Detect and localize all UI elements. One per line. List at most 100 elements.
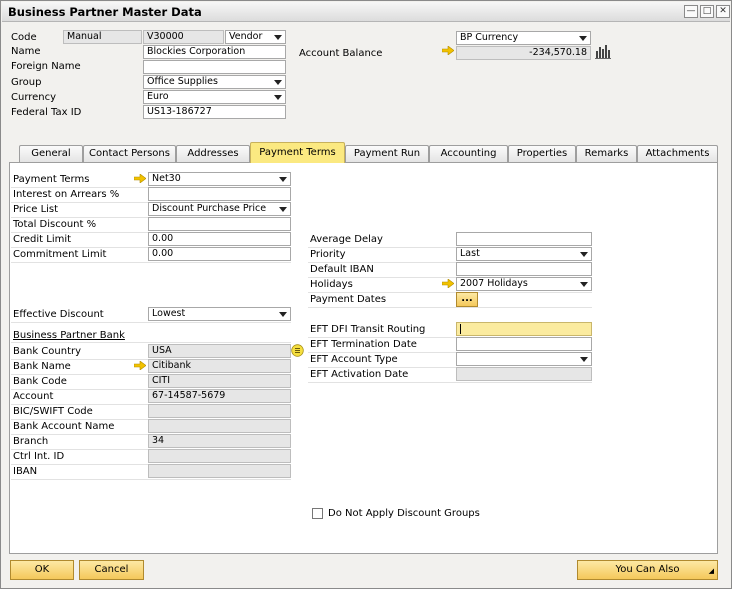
bic-label: BIC/SWIFT Code [13, 406, 93, 417]
effective-discount-label: Effective Discount [13, 309, 104, 320]
title-bar: Business Partner Master Data — □ ✕ [2, 2, 730, 22]
link-arrow-icon[interactable] [442, 279, 454, 288]
you-can-also-button[interactable]: You Can Also ◢ [577, 560, 718, 580]
row-divider [308, 307, 592, 308]
priority-label: Priority [310, 249, 346, 260]
eft-termination-label: EFT Termination Date [310, 339, 417, 350]
bank-code-label: Bank Code [13, 376, 67, 387]
account-balance-field: -234,570.18 [456, 46, 591, 60]
eft-termination-field[interactable] [456, 337, 592, 351]
code-series-field[interactable]: Manual [63, 30, 142, 44]
payment-terms-select[interactable]: Net30 [148, 172, 291, 186]
row-divider [11, 342, 291, 343]
currency-label: Currency [11, 92, 57, 103]
payment-dates-label: Payment Dates [310, 294, 387, 305]
you-can-also-label: You Can Also [615, 564, 680, 575]
link-arrow-icon[interactable] [134, 361, 146, 370]
default-iban-label: Default IBAN [310, 264, 374, 275]
row-divider [308, 382, 592, 383]
ctrl-int-id-label: Ctrl Int. ID [13, 451, 65, 462]
bp-bank-link[interactable]: Business Partner Bank [13, 330, 125, 341]
maximize-icon[interactable]: □ [700, 5, 714, 18]
bank-name-field: Citibank [148, 359, 291, 373]
bank-country-field[interactable]: USA [148, 344, 291, 358]
bank-account-name-label: Bank Account Name [13, 421, 115, 432]
tab-label: Contact Persons [89, 148, 170, 159]
tax-id-field[interactable]: US13-186727 [143, 105, 286, 119]
currency-select[interactable]: Euro [143, 90, 286, 104]
tab-addresses[interactable]: Addresses [176, 145, 250, 162]
account-balance-label: Account Balance [299, 48, 383, 59]
group-select[interactable]: Office Supplies [143, 75, 286, 89]
close-icon[interactable]: ✕ [716, 5, 730, 18]
tab-label: Attachments [645, 148, 710, 159]
business-partner-window: Business Partner Master Data — □ ✕ Code … [0, 0, 732, 589]
list-choose-icon[interactable] [291, 344, 304, 357]
price-list-select[interactable]: Discount Purchase Price [148, 202, 291, 216]
name-field[interactable]: Blockies Corporation [143, 45, 286, 59]
total-discount-field[interactable] [148, 217, 291, 231]
average-delay-label: Average Delay [310, 234, 383, 245]
total-discount-label: Total Discount % [13, 219, 97, 230]
credit-limit-label: Credit Limit [13, 234, 72, 245]
commitment-limit-label: Commitment Limit [13, 249, 107, 260]
row-divider [11, 262, 291, 263]
account-label: Account [13, 391, 54, 402]
price-list-label: Price List [13, 204, 59, 215]
tab-payment-terms[interactable]: Payment Terms [250, 142, 345, 163]
text-cursor [460, 323, 461, 334]
tab-general[interactable]: General [19, 145, 83, 162]
bank-account-name-field [148, 419, 291, 433]
minimize-icon[interactable]: — [684, 5, 698, 18]
foreign-name-label: Foreign Name [11, 61, 81, 72]
priority-select[interactable]: Last [456, 247, 592, 261]
effective-discount-select[interactable]: Lowest [148, 307, 291, 321]
link-arrow-icon[interactable] [134, 174, 146, 183]
interest-field[interactable] [148, 187, 291, 201]
name-label: Name [11, 46, 41, 57]
eft-account-type-select[interactable] [456, 352, 592, 366]
foreign-name-field[interactable] [143, 60, 286, 74]
tab-label: Accounting [440, 148, 497, 159]
eft-dfi-label: EFT DFI Transit Routing [310, 324, 426, 335]
ctrl-int-id-field [148, 449, 291, 463]
code-field[interactable]: V30000 [143, 30, 224, 44]
tab-label: General [31, 148, 71, 159]
account-field: 67-14587-5679 [148, 389, 291, 403]
ok-button[interactable]: OK [10, 560, 74, 580]
no-discount-checkbox[interactable] [312, 508, 323, 519]
average-delay-field[interactable] [456, 232, 592, 246]
bp-currency-select[interactable]: BP Currency [456, 31, 591, 45]
payment-dates-button[interactable]: ... [456, 292, 478, 307]
commitment-limit-field[interactable]: 0.00 [148, 247, 291, 261]
bank-code-field: CITI [148, 374, 291, 388]
holidays-select[interactable]: 2007 Holidays [456, 277, 592, 291]
credit-limit-field[interactable]: 0.00 [148, 232, 291, 246]
cancel-button[interactable]: Cancel [79, 560, 144, 580]
tax-id-label: Federal Tax ID [11, 107, 82, 118]
eft-dfi-field[interactable] [456, 322, 592, 336]
tab-accounting[interactable]: Accounting [429, 145, 508, 162]
tab-properties[interactable]: Properties [508, 145, 576, 162]
row-divider [308, 292, 592, 293]
row-divider [11, 479, 291, 480]
tab-attachments[interactable]: Attachments [637, 145, 718, 162]
tab-contact-persons[interactable]: Contact Persons [83, 145, 176, 162]
branch-label: Branch [13, 436, 49, 447]
payment-terms-label: Payment Terms [13, 174, 90, 185]
tab-label: Remarks [584, 148, 629, 159]
default-iban-field[interactable] [456, 262, 592, 276]
bar-chart-icon[interactable] [595, 44, 611, 59]
eft-account-type-label: EFT Account Type [310, 354, 398, 365]
tab-payment-run[interactable]: Payment Run [345, 145, 429, 162]
tab-remarks[interactable]: Remarks [576, 145, 637, 162]
link-arrow-icon[interactable] [442, 46, 454, 55]
code-label: Code [11, 32, 37, 43]
tab-label: Properties [516, 148, 568, 159]
iban-field [148, 464, 291, 478]
branch-field: 34 [148, 434, 291, 448]
bank-country-label: Bank Country [13, 346, 82, 357]
group-label: Group [11, 77, 42, 88]
holidays-label: Holidays [310, 279, 353, 290]
bp-type-select[interactable]: Vendor [225, 30, 286, 44]
